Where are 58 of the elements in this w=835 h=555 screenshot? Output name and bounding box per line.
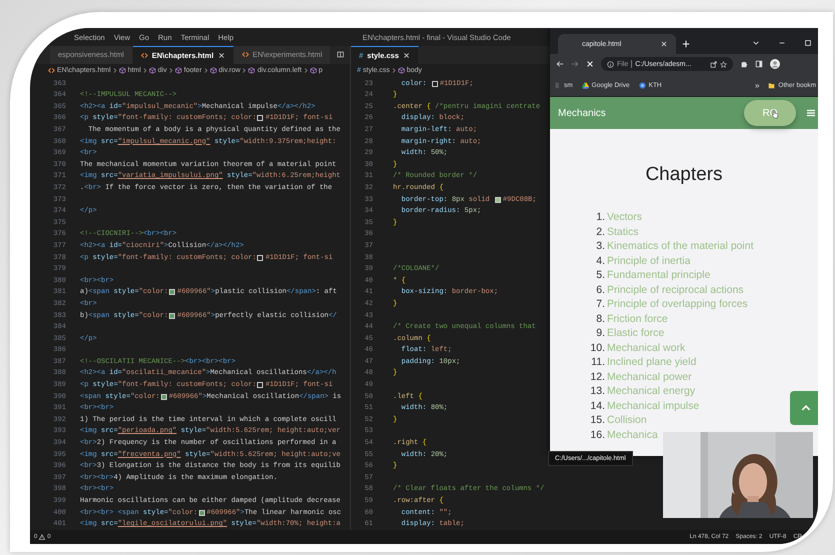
list-number: 2. [595, 224, 605, 239]
app-icon [554, 82, 561, 88]
cube-icon [148, 67, 156, 74]
chevron-down-icon[interactable] [752, 39, 760, 47]
split-editor-icon[interactable] [337, 51, 344, 58]
menu-icon[interactable] [806, 108, 816, 118]
chevron-icon [304, 67, 308, 74]
info-icon [607, 60, 614, 68]
list-number: 4. [595, 254, 605, 268]
list-number: 9. [595, 326, 605, 340]
maximize-icon[interactable] [804, 39, 812, 47]
list-number: 8. [595, 312, 605, 326]
chevron-icon [168, 67, 173, 74]
chevron-icon [392, 67, 396, 74]
cube-icon [398, 67, 405, 74]
avatar-icon[interactable] [770, 59, 780, 69]
sidebar-icon[interactable] [755, 60, 763, 68]
cube-icon [248, 67, 256, 74]
more-bookmarks-button[interactable]: » [754, 80, 760, 90]
code-file-icon [48, 67, 55, 74]
chevron-icon [242, 67, 246, 74]
code-file-icon [140, 52, 148, 59]
cube-icon [210, 67, 217, 74]
list-number: 14. [589, 398, 605, 413]
list-number: 6. [595, 282, 605, 297]
cube-icon [118, 67, 126, 74]
list-number: 12. [589, 370, 605, 384]
page-heading: Chapters [644, 163, 724, 187]
list-number: 15. [589, 413, 605, 428]
list-number: 1. [595, 210, 605, 224]
close-icon[interactable] [402, 52, 410, 59]
cube-icon [174, 67, 182, 74]
list-number: 13. [589, 384, 605, 398]
list-number: 16. [589, 428, 605, 442]
cube-icon [310, 67, 317, 74]
list-number: 11. [590, 355, 605, 370]
folder-icon [768, 82, 776, 88]
close-icon[interactable] [218, 52, 225, 59]
scroll-to-top-button[interactable] [790, 391, 818, 425]
code-file-icon [242, 51, 249, 58]
triangle-logo-icon [582, 82, 589, 88]
close-icon[interactable] [660, 40, 668, 48]
list-number: 5. [595, 268, 605, 282]
forward-icon[interactable] [571, 60, 579, 68]
star-icon[interactable] [720, 60, 727, 68]
list-number: 7. [595, 297, 605, 312]
list-number: 3. [595, 239, 605, 254]
globe-icon [638, 82, 646, 88]
chevron-icon [142, 67, 147, 74]
chevron-icon [204, 67, 208, 74]
chevron-icon [112, 67, 117, 74]
stop-icon[interactable] [586, 60, 594, 68]
back-icon[interactable] [556, 60, 564, 68]
puzzle-icon[interactable] [740, 60, 748, 68]
warning-icon [39, 534, 46, 540]
new-tab-icon[interactable] [682, 40, 690, 48]
list-number: 10. [589, 340, 605, 355]
share-icon[interactable] [710, 60, 717, 68]
